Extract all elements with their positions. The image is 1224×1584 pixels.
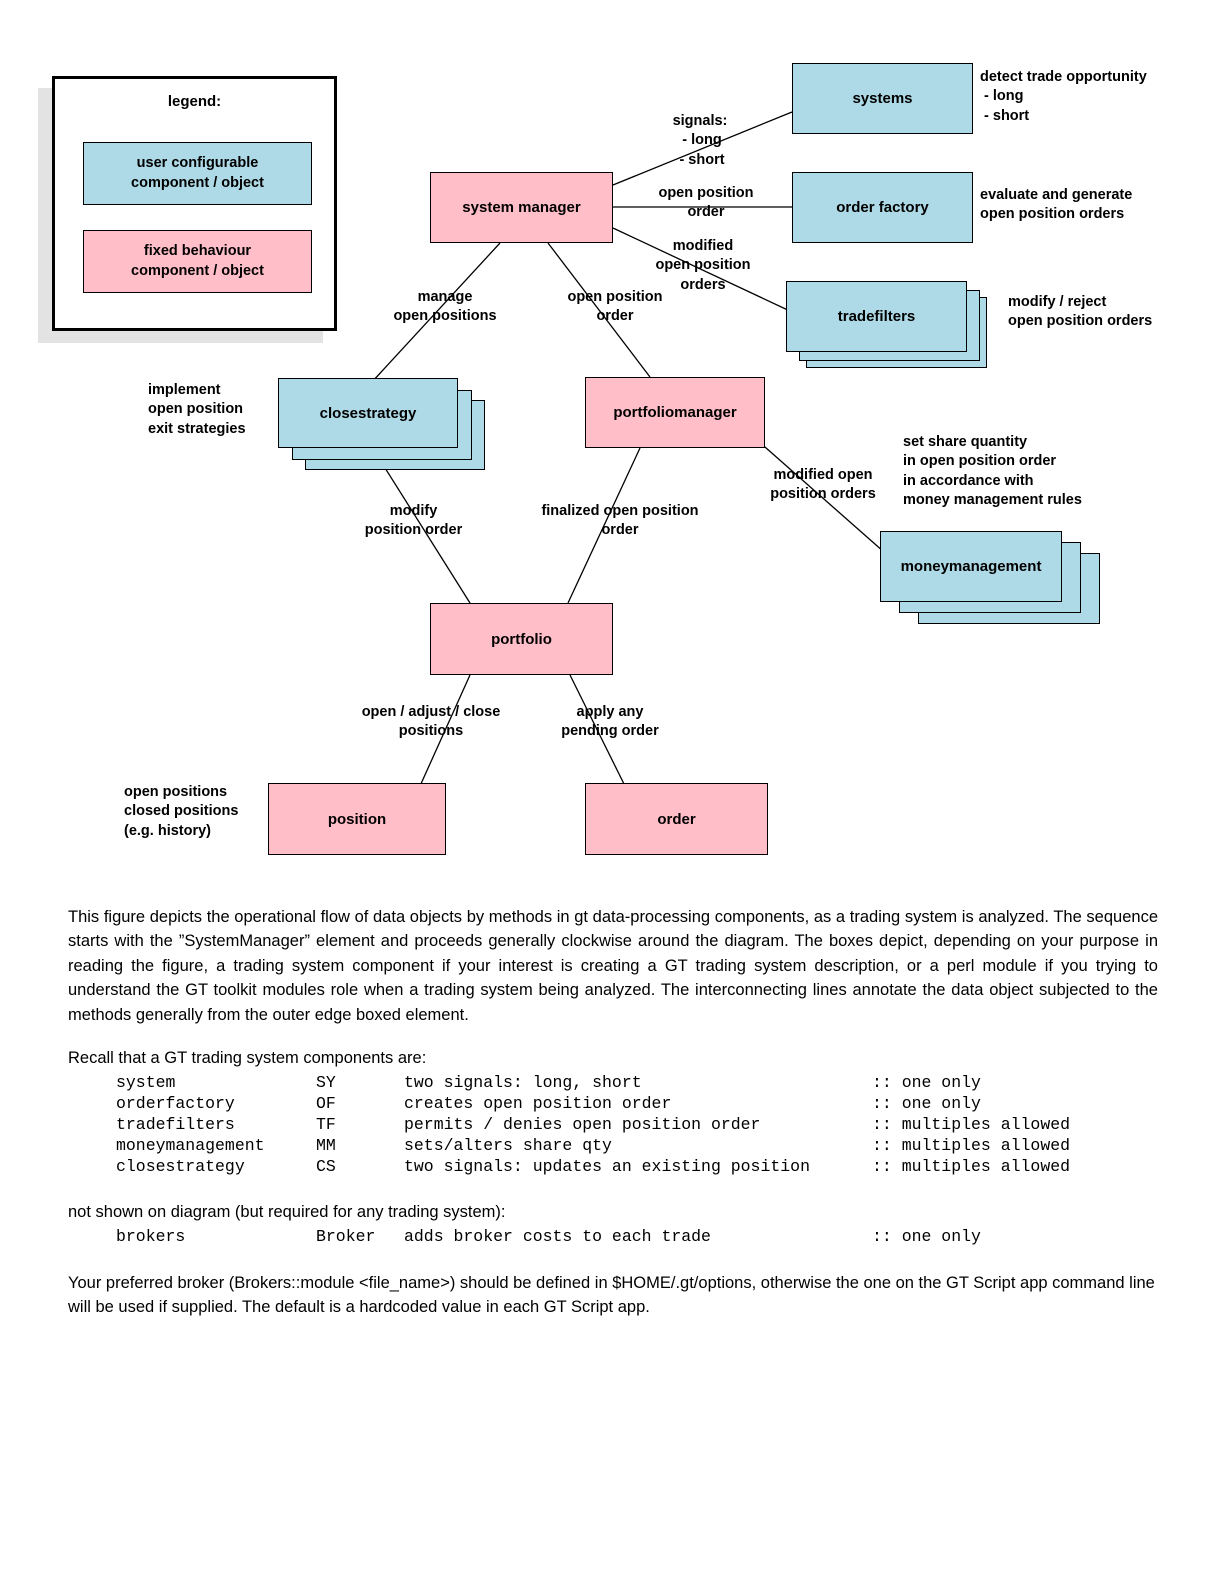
component-desc: adds broker costs to each trade (404, 1227, 711, 1247)
not-shown-heading: not shown on diagram (but required for a… (68, 1203, 506, 1222)
table-row: tradefilters TF permits / denies open po… (116, 1114, 1112, 1135)
edge-label-signals: signals: - long - short (672, 113, 728, 168)
component-multiplicity: :: multiples allowed (872, 1136, 1071, 1156)
annotation-order-factory: evaluate and generate open position orde… (980, 187, 1133, 223)
table-row: system SY two signals: long, short :: on… (116, 1072, 1112, 1093)
annotation-tradefilters: modify / reject open position orders (1008, 294, 1153, 330)
component-multiplicity: :: one only (872, 1073, 981, 1093)
table-row: closestrategy CS two signals: updates an… (116, 1156, 1112, 1177)
component-desc: creates open position order (404, 1094, 672, 1114)
edge-label-open-position-order-mid: open position order (567, 289, 663, 325)
legend-swatch-line1: user configurable (136, 154, 259, 171)
legend-swatch-line1: fixed behaviour (143, 242, 252, 259)
table-row: moneymanagement MM sets/alters share qty… (116, 1135, 1112, 1156)
annotation-systems: detect trade opportunity - long - short (980, 69, 1147, 124)
annotation-position: open positions closed positions (e.g. hi… (124, 784, 239, 839)
component-desc: permits / denies open position order (404, 1115, 761, 1135)
node-systems[interactable]: systems (792, 63, 973, 134)
legend-title: legend: (167, 93, 222, 110)
component-name: tradefilters (116, 1115, 235, 1135)
legend: legend: user configurable component / ob… (52, 76, 337, 331)
node-closestrategy[interactable]: closestrategy (278, 378, 458, 448)
explanatory-text: This figure depicts the operational flow… (68, 905, 1158, 1342)
legend-swatch-fixed-behaviour: fixed behaviour component / object (83, 230, 312, 293)
component-abbr: SY (316, 1073, 336, 1093)
table-row: brokers Broker adds broker costs to each… (116, 1226, 1112, 1247)
edge-label-modified-open-position-orders-2: modified open position orders (770, 467, 876, 503)
component-desc: two signals: updates an existing positio… (404, 1157, 810, 1177)
node-position[interactable]: position (268, 783, 446, 855)
component-abbr: CS (316, 1157, 336, 1177)
architecture-diagram: legend: user configurable component / ob… (0, 0, 1224, 880)
component-name: orderfactory (116, 1094, 235, 1114)
edge-label-modified-open-position-orders: modified open position orders (655, 238, 751, 293)
component-name: closestrategy (116, 1157, 245, 1177)
edge-label-open-adjust-close-positions: open / adjust / close positions (361, 704, 501, 740)
component-desc: two signals: long, short (404, 1073, 642, 1093)
paragraph-overview: This figure depicts the operational flow… (68, 908, 1158, 1024)
legend-swatch-line2: component / object (131, 174, 264, 191)
legend-swatch-line2: component / object (131, 262, 264, 279)
component-name: brokers (116, 1227, 186, 1247)
annotation-moneymanagement: set share quantity in open position orde… (903, 434, 1082, 508)
component-abbr: MM (316, 1136, 336, 1156)
node-portfoliomanager[interactable]: portfoliomanager (585, 377, 765, 448)
node-tradefilters[interactable]: tradefilters (786, 281, 967, 352)
legend-swatch-user-configurable: user configurable component / object (83, 142, 312, 205)
node-moneymanagement[interactable]: moneymanagement (880, 531, 1062, 602)
component-multiplicity: :: multiples allowed (872, 1115, 1071, 1135)
paragraph-broker: Your preferred broker (Brokers::module <… (68, 1274, 1155, 1317)
component-desc: sets/alters share qty (404, 1136, 612, 1156)
edge-label-manage-open-positions: manage open positions (393, 289, 497, 325)
edge-label-modify-position-order: modify position order (364, 503, 463, 539)
edge-label-finalized-open-position-order: finalized open position order (541, 503, 699, 539)
node-order-factory[interactable]: order factory (792, 172, 973, 243)
component-name: system (116, 1073, 176, 1093)
edge-label-apply-any-pending-order: apply any pending order (561, 704, 659, 740)
component-abbr: Broker (316, 1227, 376, 1247)
node-portfolio[interactable]: portfolio (430, 603, 613, 675)
component-multiplicity: :: one only (872, 1227, 981, 1247)
recall-heading: Recall that a GT trading system componen… (68, 1049, 427, 1068)
component-name: moneymanagement (116, 1136, 265, 1156)
node-system-manager[interactable]: system manager (430, 172, 613, 243)
edge-label-open-position-order-top: open position order (658, 185, 754, 221)
node-order[interactable]: order (585, 783, 768, 855)
component-abbr: OF (316, 1094, 336, 1114)
annotation-closestrategy: implement open position exit strategies (148, 382, 246, 437)
component-multiplicity: :: multiples allowed (872, 1157, 1071, 1177)
component-abbr: TF (316, 1115, 336, 1135)
table-row: orderfactory OF creates open position or… (116, 1093, 1112, 1114)
components-table: system SY two signals: long, short :: on… (116, 1072, 1112, 1177)
component-multiplicity: :: one only (872, 1094, 981, 1114)
not-shown-table: brokers Broker adds broker costs to each… (116, 1226, 1112, 1247)
